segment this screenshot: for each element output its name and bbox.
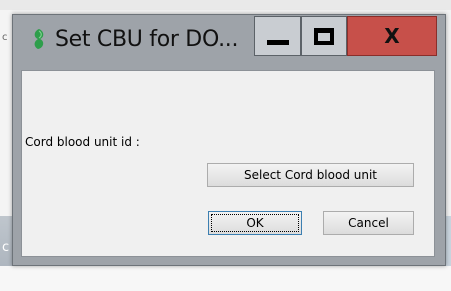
app-leaf-icon: [34, 29, 44, 49]
minimize-icon: [266, 39, 289, 45]
maximize-icon: [314, 27, 334, 45]
background-band-text: c: [2, 240, 10, 255]
set-cbu-dialog: Set CBU for DO... X Cord blood unit id :…: [12, 14, 446, 266]
cancel-button-label: Cancel: [348, 216, 389, 230]
background-left-text: c: [2, 32, 8, 43]
close-icon: X: [384, 24, 400, 48]
cord-blood-unit-id-label: Cord blood unit id :: [25, 135, 140, 149]
maximize-button[interactable]: [301, 16, 347, 56]
select-cord-blood-unit-label: Select Cord blood unit: [243, 168, 378, 182]
background-top-strip: [0, 0, 451, 10]
ok-button[interactable]: OK: [208, 211, 302, 235]
close-button[interactable]: X: [347, 16, 437, 56]
dialog-content: Cord blood unit id : Select Cord blood u…: [21, 70, 435, 257]
focus-ring: [211, 214, 299, 232]
select-cord-blood-unit-button[interactable]: Select Cord blood unit: [207, 163, 414, 187]
title-bar[interactable]: Set CBU for DO... X: [13, 15, 445, 67]
background-bottom: [0, 266, 451, 291]
minimize-button[interactable]: [254, 16, 301, 56]
cancel-button[interactable]: Cancel: [323, 211, 414, 235]
window-title: Set CBU for DO...: [55, 27, 239, 52]
